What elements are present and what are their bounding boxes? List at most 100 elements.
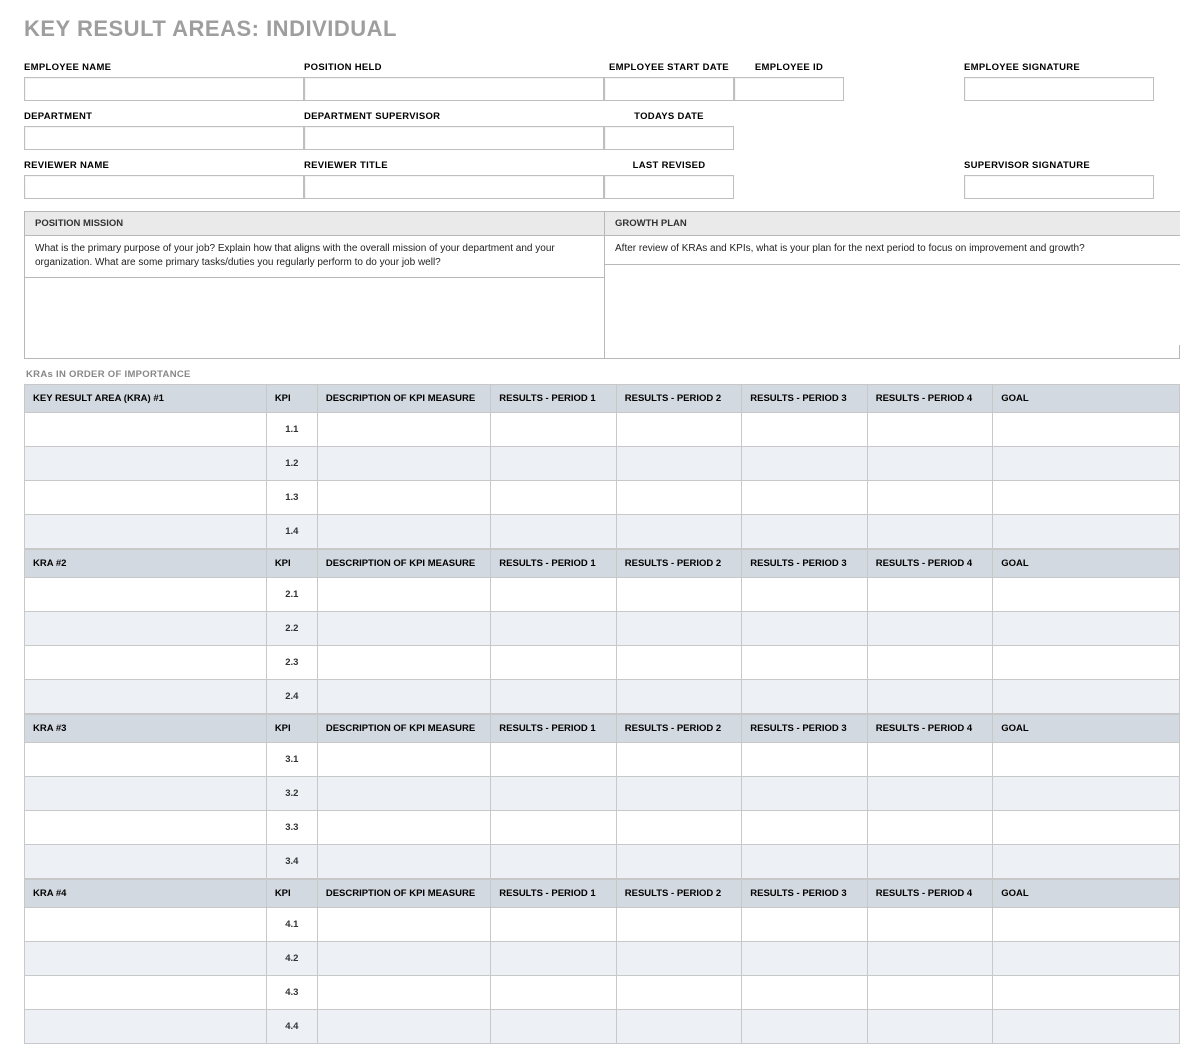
cell[interactable] (616, 1010, 741, 1044)
cell[interactable] (25, 777, 267, 811)
input-reviewer-name[interactable] (24, 175, 304, 199)
cell[interactable] (25, 413, 267, 447)
cell[interactable] (742, 481, 867, 515)
cell[interactable] (491, 811, 616, 845)
cell[interactable] (867, 1010, 992, 1044)
cell[interactable] (491, 942, 616, 976)
panel-body-mission[interactable] (25, 278, 604, 358)
cell[interactable] (742, 413, 867, 447)
cell[interactable] (742, 743, 867, 777)
cell[interactable] (742, 908, 867, 942)
panel-body-growth[interactable] (605, 265, 1180, 345)
cell[interactable] (25, 743, 267, 777)
cell[interactable] (317, 1010, 490, 1044)
cell[interactable] (867, 413, 992, 447)
cell[interactable] (993, 680, 1180, 714)
cell[interactable] (867, 811, 992, 845)
cell[interactable] (616, 845, 741, 879)
cell[interactable] (993, 413, 1180, 447)
cell[interactable] (742, 1010, 867, 1044)
cell[interactable] (25, 942, 267, 976)
cell[interactable] (317, 578, 490, 612)
cell[interactable] (25, 680, 267, 714)
cell[interactable] (491, 845, 616, 879)
cell[interactable] (993, 811, 1180, 845)
cell[interactable] (742, 578, 867, 612)
cell[interactable] (317, 777, 490, 811)
input-department[interactable] (24, 126, 304, 150)
cell[interactable] (867, 680, 992, 714)
cell[interactable] (993, 845, 1180, 879)
cell[interactable] (742, 680, 867, 714)
cell[interactable] (616, 680, 741, 714)
cell[interactable] (993, 646, 1180, 680)
cell[interactable] (993, 515, 1180, 549)
cell[interactable] (491, 976, 616, 1010)
cell[interactable] (317, 680, 490, 714)
cell[interactable] (25, 578, 267, 612)
input-employee-id[interactable] (734, 77, 844, 101)
cell[interactable] (616, 942, 741, 976)
cell[interactable] (317, 743, 490, 777)
input-start-date[interactable] (604, 77, 734, 101)
cell[interactable] (491, 777, 616, 811)
cell[interactable] (867, 976, 992, 1010)
cell[interactable] (491, 1010, 616, 1044)
input-department-supervisor[interactable] (304, 126, 604, 150)
cell[interactable] (616, 447, 741, 481)
cell[interactable] (993, 447, 1180, 481)
cell[interactable] (616, 515, 741, 549)
cell[interactable] (867, 908, 992, 942)
cell[interactable] (742, 646, 867, 680)
cell[interactable] (25, 811, 267, 845)
cell[interactable] (993, 908, 1180, 942)
cell[interactable] (317, 976, 490, 1010)
cell[interactable] (742, 515, 867, 549)
input-last-revised[interactable] (604, 175, 734, 199)
cell[interactable] (616, 646, 741, 680)
cell[interactable] (25, 908, 267, 942)
cell[interactable] (491, 743, 616, 777)
cell[interactable] (867, 646, 992, 680)
cell[interactable] (616, 976, 741, 1010)
cell[interactable] (317, 515, 490, 549)
cell[interactable] (867, 612, 992, 646)
cell[interactable] (616, 612, 741, 646)
cell[interactable] (491, 578, 616, 612)
cell[interactable] (317, 612, 490, 646)
cell[interactable] (742, 612, 867, 646)
cell[interactable] (25, 612, 267, 646)
cell[interactable] (25, 845, 267, 879)
cell[interactable] (491, 646, 616, 680)
cell[interactable] (993, 481, 1180, 515)
cell[interactable] (616, 908, 741, 942)
cell[interactable] (867, 942, 992, 976)
cell[interactable] (25, 447, 267, 481)
input-employee-signature[interactable] (964, 77, 1154, 101)
cell[interactable] (25, 976, 267, 1010)
cell[interactable] (993, 578, 1180, 612)
cell[interactable] (742, 942, 867, 976)
cell[interactable] (742, 447, 867, 481)
cell[interactable] (317, 646, 490, 680)
cell[interactable] (616, 578, 741, 612)
cell[interactable] (993, 1010, 1180, 1044)
input-employee-name[interactable] (24, 77, 304, 101)
cell[interactable] (993, 612, 1180, 646)
input-reviewer-title[interactable] (304, 175, 604, 199)
cell[interactable] (867, 777, 992, 811)
cell[interactable] (491, 908, 616, 942)
cell[interactable] (867, 845, 992, 879)
cell[interactable] (317, 811, 490, 845)
input-position-held[interactable] (304, 77, 604, 101)
cell[interactable] (317, 908, 490, 942)
cell[interactable] (317, 413, 490, 447)
cell[interactable] (616, 777, 741, 811)
input-supervisor-signature[interactable] (964, 175, 1154, 199)
cell[interactable] (993, 743, 1180, 777)
cell[interactable] (867, 481, 992, 515)
cell[interactable] (867, 447, 992, 481)
cell[interactable] (491, 515, 616, 549)
cell[interactable] (616, 743, 741, 777)
cell[interactable] (25, 515, 267, 549)
